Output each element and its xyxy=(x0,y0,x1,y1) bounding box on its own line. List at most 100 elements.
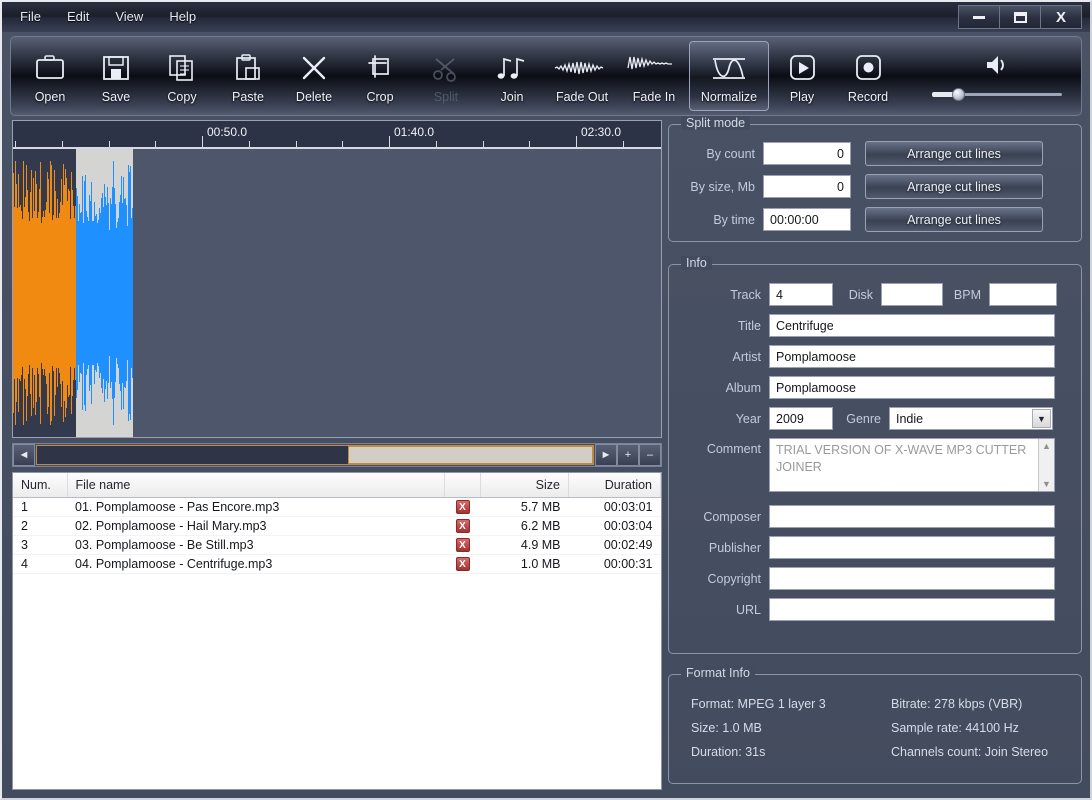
scroll-left-button[interactable]: ◄ xyxy=(13,444,35,466)
menu-edit[interactable]: Edit xyxy=(65,2,91,32)
delete-row-button[interactable]: X xyxy=(455,557,470,571)
composer-input[interactable] xyxy=(769,505,1055,528)
header-size[interactable]: Size xyxy=(480,473,569,498)
zoom-in-button[interactable]: + xyxy=(617,444,639,466)
scrollbar-track[interactable] xyxy=(36,445,594,465)
maximize-button[interactable] xyxy=(999,5,1041,29)
track-input[interactable] xyxy=(769,283,833,306)
publisher-row: Publisher xyxy=(677,536,1069,559)
scroll-right-button[interactable]: ► xyxy=(595,444,617,466)
timeline-ruler[interactable]: 00:50.0 01:40.0 02:30.0 xyxy=(13,121,661,149)
toolbar-button-fade-out[interactable]: Fade Out xyxy=(545,41,619,111)
toolbar-label: Fade Out xyxy=(555,90,609,104)
toolbar-button-copy[interactable]: Copy xyxy=(149,41,215,111)
menu-file[interactable]: File xyxy=(18,2,43,32)
copyright-input[interactable] xyxy=(769,567,1055,590)
table-row[interactable]: 3 03. Pomplamoose - Be Still.mp3 X 4.9 MB 00… xyxy=(13,535,661,555)
chevron-down-icon[interactable]: ▼ xyxy=(1032,409,1051,428)
cell-delete: X xyxy=(444,535,481,555)
duration-value: Duration: 31s xyxy=(691,745,766,759)
header-num[interactable]: Num. xyxy=(13,473,68,498)
file-list-panel[interactable]: Num. File name Size Duration 1 01. Pompla… xyxy=(12,472,662,790)
toolbar-button-open[interactable]: Open xyxy=(17,41,83,111)
artist-input[interactable] xyxy=(769,345,1055,368)
toolbar-button-fade-in[interactable]: Fade In xyxy=(619,41,689,111)
split-by-count-input[interactable] xyxy=(763,142,851,165)
toolbar-label: Play xyxy=(789,90,815,104)
waveform-panel[interactable]: 00:50.0 01:40.0 02:30.0 xyxy=(12,120,662,438)
split-by-time-input[interactable] xyxy=(763,208,851,231)
bpm-input[interactable] xyxy=(989,283,1057,306)
scroll-up-icon[interactable]: ▲ xyxy=(1042,441,1051,451)
publisher-input[interactable] xyxy=(769,536,1055,559)
comment-wrapper[interactable]: TRIAL VERSION OF X-WAVE MP3 CUTTER JOINE… xyxy=(769,438,1055,497)
comment-scrollbar[interactable]: ▲ ▼ xyxy=(1038,439,1054,491)
application-window: File Edit View Help X Open Save Copy Pas… xyxy=(0,0,1092,800)
year-input[interactable] xyxy=(769,407,833,430)
comment-row: Comment TRIAL VERSION OF X-WAVE MP3 CUTT… xyxy=(677,438,1069,497)
split-by-time-row: By time Arrange cut lines xyxy=(679,207,1069,232)
year-label: Year xyxy=(735,411,761,426)
waveform-scrollbar[interactable]: ◄ ► + – xyxy=(12,443,662,467)
cell-delete: X xyxy=(444,516,481,536)
cell-duration: 00:00:31 xyxy=(568,554,661,574)
file-table: Num. File name Size Duration 1 01. Pompla… xyxy=(13,473,661,574)
toolbar-label: Record xyxy=(847,90,889,104)
toolbar-button-normalize[interactable]: Normalize xyxy=(689,41,769,111)
copyright-row: Copyright xyxy=(677,567,1069,590)
split-by-size-input[interactable] xyxy=(763,175,851,198)
title-input[interactable] xyxy=(769,314,1055,337)
artist-label: Artist xyxy=(732,349,761,364)
toolbar-button-play[interactable]: Play xyxy=(769,41,835,111)
close-button[interactable]: X xyxy=(1040,5,1082,29)
menu-view[interactable]: View xyxy=(113,2,145,32)
scrollbar-thumb[interactable] xyxy=(348,446,593,464)
genre-select-wrapper[interactable]: ▼ xyxy=(889,407,1053,430)
ruler-label: 00:50.0 xyxy=(207,125,248,139)
album-label: Album xyxy=(725,380,761,395)
cell-filename: 02. Pomplamoose - Hail Mary.mp3 xyxy=(67,516,445,536)
waveform-display[interactable] xyxy=(13,149,661,437)
size-value: Size: 1.0 MB xyxy=(691,721,762,735)
toolbar-button-save[interactable]: Save xyxy=(83,41,149,111)
minimize-button[interactable] xyxy=(958,5,1000,29)
cell-size: 1.0 MB xyxy=(480,554,569,574)
header-duration[interactable]: Duration xyxy=(568,473,661,498)
arrange-cut-lines-by-size-button[interactable]: Arrange cut lines xyxy=(865,174,1043,199)
disk-input[interactable] xyxy=(881,283,943,306)
album-row: Album xyxy=(677,376,1069,399)
track-label: Track xyxy=(730,287,761,302)
volume-slider[interactable] xyxy=(932,87,1062,101)
ruler-minor-tick xyxy=(483,141,484,147)
split-by-count-label: By count xyxy=(706,146,755,161)
toolbar-button-crop[interactable]: Crop xyxy=(347,41,413,111)
genre-select[interactable] xyxy=(889,407,1053,430)
toolbar-button-record[interactable]: Record xyxy=(835,41,901,111)
table-row[interactable]: 2 02. Pomplamoose - Hail Mary.mp3 X 6.2 MB 0… xyxy=(13,516,661,536)
delete-row-button[interactable]: X xyxy=(455,500,470,514)
folder-open-icon xyxy=(33,48,67,88)
table-row[interactable]: 1 01. Pomplamoose - Pas Encore.mp3 X 5.7 MB… xyxy=(13,497,661,517)
toolbar-button-paste[interactable]: Paste xyxy=(215,41,281,111)
album-input[interactable] xyxy=(769,376,1055,399)
zoom-out-button[interactable]: – xyxy=(639,444,661,466)
table-row[interactable]: 4 04. Pomplamoose - Centrifuge.mp3 X 1.0 MB… xyxy=(13,554,661,574)
arrange-cut-lines-by-time-button[interactable]: Arrange cut lines xyxy=(865,207,1043,232)
delete-row-button[interactable]: X xyxy=(455,519,470,533)
delete-row-button[interactable]: X xyxy=(455,538,470,552)
header-filename[interactable]: File name xyxy=(67,473,445,498)
fade-out-wave-icon xyxy=(553,48,611,88)
url-input[interactable] xyxy=(769,598,1055,621)
menu-bar: File Edit View Help xyxy=(2,2,198,32)
toolbar-button-delete[interactable]: Delete xyxy=(281,41,347,111)
title-row: Title xyxy=(677,314,1069,337)
info-legend: Info xyxy=(681,256,712,270)
volume-thumb[interactable] xyxy=(952,87,965,101)
scroll-down-icon[interactable]: ▼ xyxy=(1042,479,1051,489)
menu-help[interactable]: Help xyxy=(167,2,198,32)
format-info-grid: Format: MPEG 1 layer 3 Bitrate: 278 kbps… xyxy=(669,675,1081,759)
x-cross-icon xyxy=(299,48,329,88)
toolbar-button-join[interactable]: Join xyxy=(479,41,545,111)
comment-textarea[interactable]: TRIAL VERSION OF X-WAVE MP3 CUTTER JOINE… xyxy=(769,438,1055,492)
arrange-cut-lines-by-count-button[interactable]: Arrange cut lines xyxy=(865,141,1043,166)
